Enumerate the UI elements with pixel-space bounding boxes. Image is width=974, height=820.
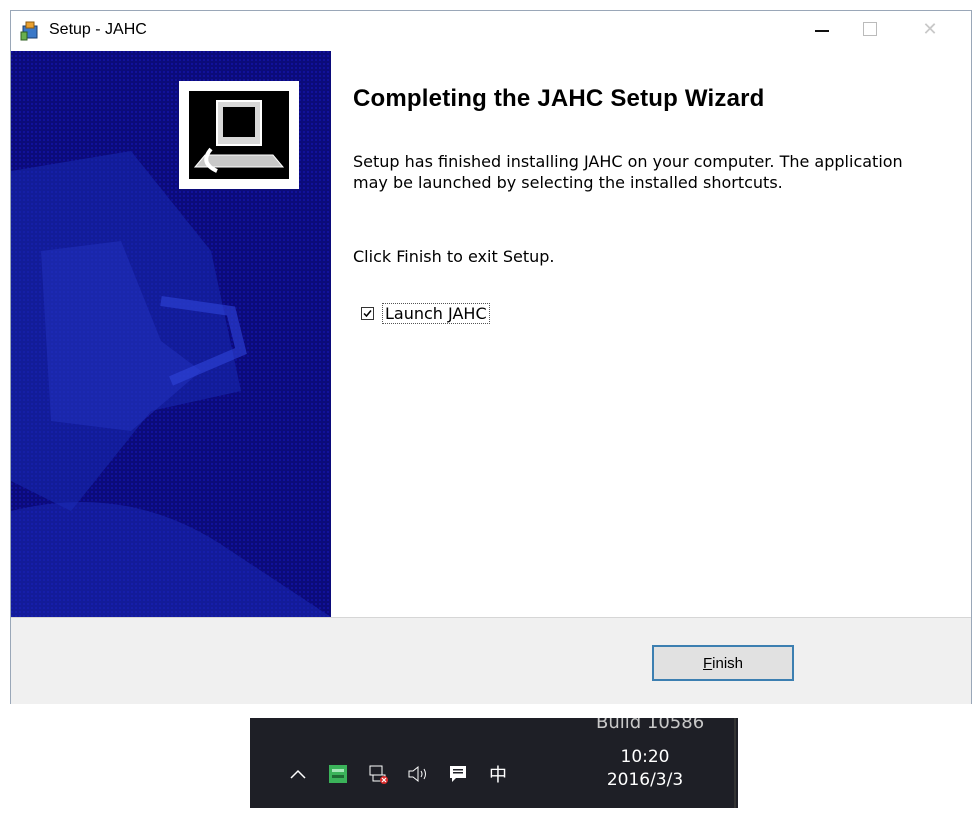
minimize-icon [815,30,829,32]
taskbar-clock[interactable]: 10:20 2016/3/3 [580,746,710,792]
minimize-button[interactable] [799,11,845,47]
show-desktop-divider[interactable] [734,718,736,808]
finish-button-label: Finish [702,654,744,672]
clock-time: 10:20 [620,747,670,767]
build-watermark: Build 10586 [596,718,705,733]
maximize-icon [863,22,877,36]
launch-checkbox-label[interactable]: Launch JAHC [382,303,490,324]
launch-checkbox-row[interactable]: Launch JAHC [361,303,490,324]
window-title: Setup - JAHC [49,21,147,38]
clock-date: 2016/3/3 [606,770,684,790]
wizard-content: Completing the JAHC Setup Wizard Setup h… [331,51,971,617]
setup-app-icon [19,20,41,42]
close-button[interactable]: ✕ [907,11,953,47]
maximize-button[interactable] [847,11,893,47]
ime-chinese-icon[interactable]: 中 [486,762,510,786]
close-icon: ✕ [922,18,938,40]
taskbar: Build 10586 中 10:20 2016/3/3 [250,718,738,808]
volume-icon[interactable] [406,762,430,786]
finished-description: Setup has finished installing JAHC on yo… [353,152,903,192]
app-tray-icon[interactable] [326,762,350,786]
notification-icon[interactable] [446,762,470,786]
title-bar: Setup - JAHC ✕ [11,11,971,51]
system-tray: 中 [286,756,510,792]
checkmark-icon [363,310,372,318]
wizard-footer: Finish [11,617,971,704]
launch-checkbox[interactable] [361,307,374,320]
wizard-banner [11,51,331,617]
setup-window: Setup - JAHC ✕ Completing the JAHC Setup… [10,10,972,704]
page-title: Completing the JAHC Setup Wizard [353,85,765,112]
finish-button[interactable]: Finish [652,645,794,681]
chevron-up-icon[interactable] [286,762,310,786]
banner-graphic [11,51,331,617]
finish-instruction: Click Finish to exit Setup. [353,247,555,266]
network-disconnected-icon[interactable] [366,762,390,786]
